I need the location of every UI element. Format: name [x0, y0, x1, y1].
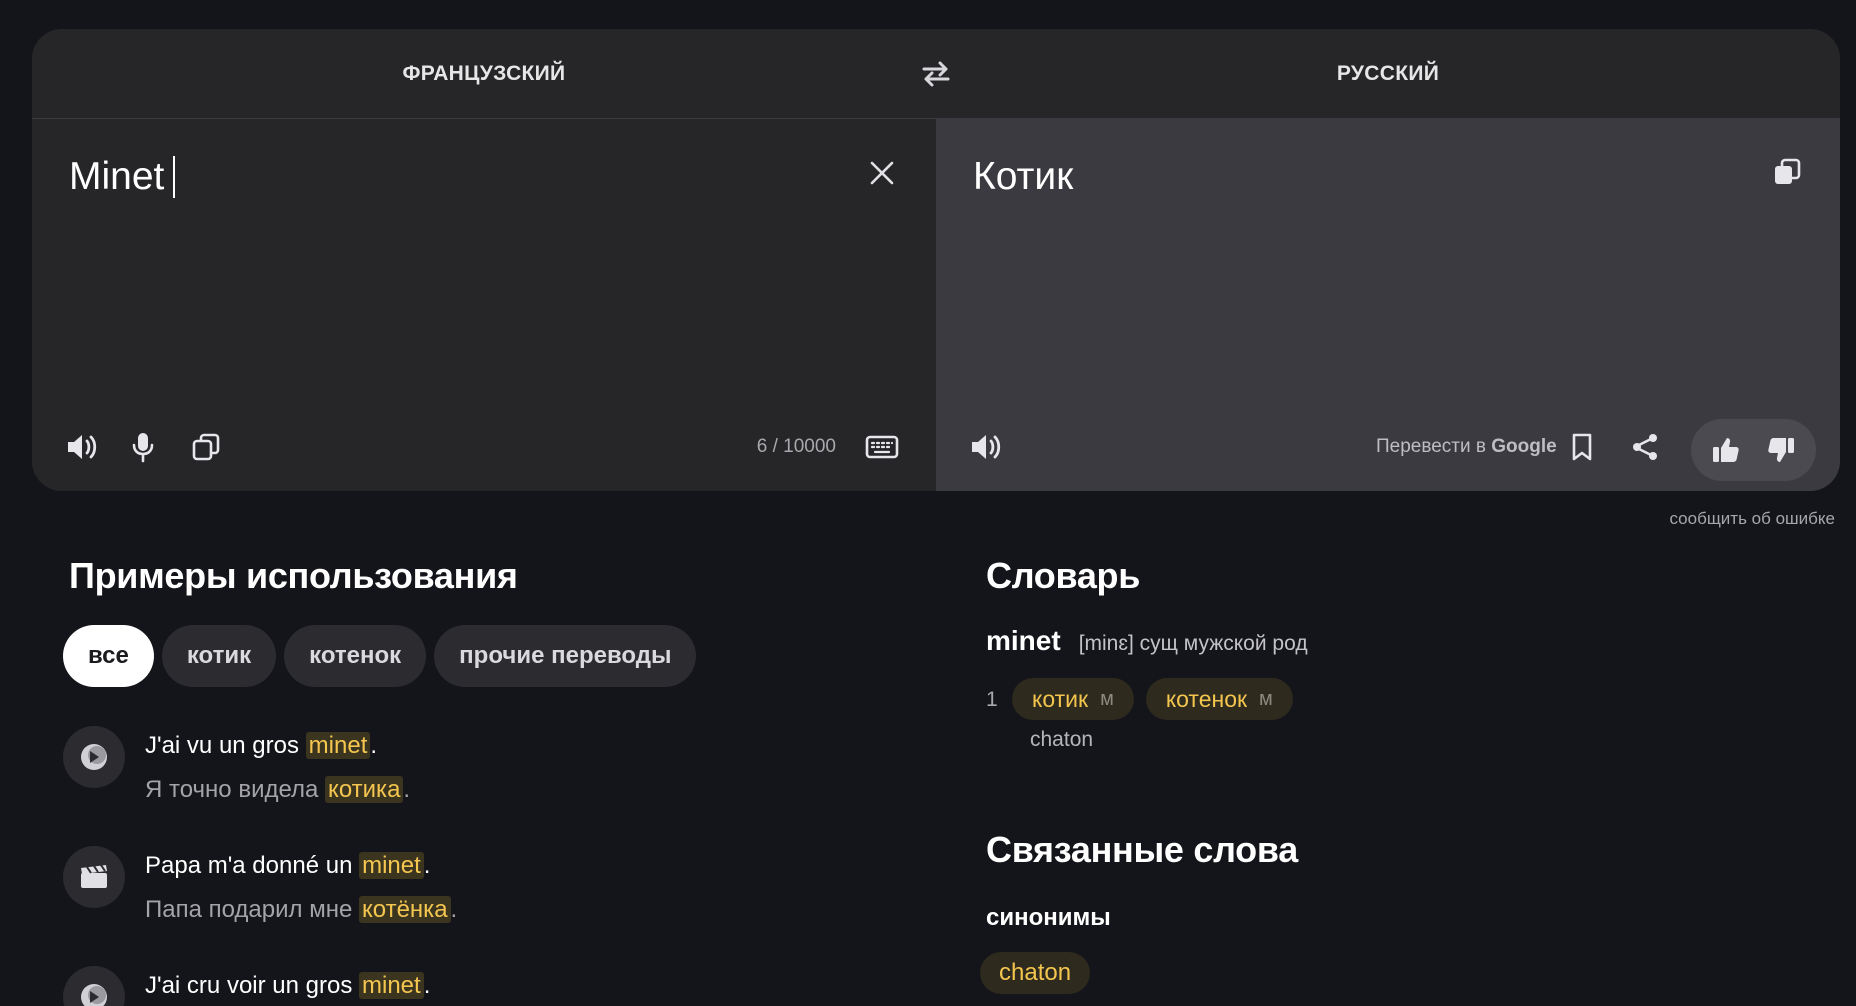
translation-chip[interactable]: котик м — [1012, 678, 1134, 720]
sentence-part: Papa m'a donné un — [145, 852, 360, 879]
source-pane[interactable]: Minet 6 / 10000 — [32, 119, 936, 491]
highlighted-word: minet — [359, 852, 424, 879]
sentence-part: . — [370, 732, 378, 759]
target-language-button[interactable]: РУССКИЙ — [936, 29, 1840, 119]
translation-gender: м — [1100, 687, 1114, 710]
examples-title: Примеры использования — [69, 555, 518, 596]
dictionary-title: Словарь — [986, 555, 1141, 596]
share-button[interactable] — [1625, 427, 1665, 467]
example-source-badge — [63, 726, 125, 788]
dictionary-translations: котик м котенок м — [1012, 678, 1293, 720]
clear-button[interactable] — [864, 155, 900, 191]
target-pane: Котик Перевести в Google — [936, 119, 1840, 491]
copy-source-button[interactable] — [186, 427, 226, 467]
source-language-button[interactable]: ФРАНЦУЗСКИЙ — [32, 29, 936, 119]
keyboard-button[interactable] — [862, 427, 902, 467]
report-error-link[interactable]: сообщить об ошибке — [1669, 509, 1835, 529]
example-translation-sentence: Я точно видела котика. — [145, 776, 410, 804]
synonyms-label: синонимы — [986, 904, 1111, 931]
source-text-input[interactable]: Minet — [69, 155, 176, 199]
meaning-number: 1 — [986, 688, 998, 711]
google-link-prefix: Перевести в — [1376, 436, 1492, 457]
synonym-chip[interactable]: chaton — [980, 952, 1091, 994]
keyboard-icon — [865, 435, 899, 459]
example-filters: все котик котенок прочие переводы — [63, 625, 697, 687]
translate-in-google-link[interactable]: Перевести в Google — [1376, 436, 1557, 458]
filter-other-translations[interactable]: прочие переводы — [434, 625, 697, 687]
translation-chip[interactable]: котенок м — [1145, 678, 1293, 720]
thumbs-up-icon — [1713, 438, 1739, 462]
translation-gender: м — [1259, 687, 1273, 710]
google-brand: Google — [1491, 436, 1557, 457]
related-words-title: Связанные слова — [986, 829, 1298, 870]
translator-panel: ФРАНЦУЗСКИЙ РУССКИЙ Minet 6 / 10000 Коти… — [32, 29, 1840, 491]
example-source-sentence: J'ai vu un gros minet. — [145, 732, 377, 760]
feedback-group — [1691, 419, 1816, 481]
thumbs-down-button[interactable] — [1759, 428, 1803, 472]
sentence-part: . — [423, 852, 431, 879]
thumbs-up-button[interactable] — [1704, 428, 1748, 472]
language-bar: ФРАНЦУЗСКИЙ РУССКИЙ — [32, 29, 1840, 119]
thumbs-down-icon — [1768, 438, 1794, 462]
translation-word: котенок — [1165, 685, 1248, 712]
example-source-badge — [63, 966, 125, 1006]
close-icon — [870, 161, 894, 185]
highlighted-word: minet — [305, 732, 371, 759]
bookmark-button[interactable] — [1562, 427, 1602, 467]
sentence-part: J'ai cru voir un gros — [145, 972, 359, 999]
video-icon — [81, 984, 107, 1006]
dictionary-entry-header: minet [minɛ] сущ мужской род — [986, 625, 1308, 657]
target-toolbar: Перевести в Google — [936, 403, 1840, 491]
highlighted-word: котика — [325, 776, 404, 803]
text-caret — [173, 156, 176, 198]
filter-all[interactable]: все — [63, 625, 154, 687]
highlighted-word: minet — [359, 972, 424, 999]
source-text: Minet — [69, 155, 165, 198]
sentence-part: . — [423, 972, 431, 999]
listen-translation-button[interactable] — [966, 427, 1006, 467]
bookmark-icon — [1572, 433, 1592, 461]
microphone-icon — [132, 433, 154, 463]
sentence-part: . — [403, 776, 411, 803]
dictionary-word: minet — [986, 625, 1061, 656]
example-source-sentence: Papa m'a donné un minet. — [145, 852, 430, 880]
speaker-icon — [972, 435, 1001, 459]
speaker-icon — [68, 435, 97, 459]
character-counter: 6 / 10000 — [756, 436, 836, 457]
clapperboard-icon — [81, 864, 107, 888]
copy-icon — [1775, 158, 1801, 184]
sentence-part: Я точно видела — [145, 776, 326, 803]
example-source-sentence: J'ai cru voir un gros minet. — [145, 972, 430, 1000]
sentence-part: . — [450, 896, 458, 923]
microphone-button[interactable] — [123, 427, 163, 467]
source-toolbar: 6 / 10000 — [32, 403, 936, 491]
part-of-speech: сущ — [1139, 632, 1178, 655]
sentence-part: Папа подарил мне — [145, 896, 359, 923]
copy-translation-button[interactable] — [1770, 155, 1804, 189]
translation-text: Котик — [973, 155, 1074, 198]
transcription: [minɛ] — [1078, 632, 1134, 655]
grammatical-gender: мужской род — [1183, 632, 1308, 655]
example-translation-sentence: Папа подарил мне котёнка. — [145, 896, 457, 924]
copy-icon — [192, 433, 220, 461]
dictionary-meta: [minɛ] сущ мужской род — [1079, 632, 1308, 656]
share-icon — [1633, 434, 1657, 460]
translation-word: котик — [1032, 685, 1089, 712]
filter-kotenok[interactable]: котенок — [284, 625, 427, 687]
sentence-part: J'ai vu un gros — [145, 732, 306, 759]
filter-kotik[interactable]: котик — [161, 625, 277, 687]
listen-source-button[interactable] — [62, 427, 102, 467]
source-synonym[interactable]: chaton — [1030, 728, 1093, 752]
highlighted-word: котёнка — [358, 896, 451, 923]
video-icon — [81, 744, 107, 770]
example-source-badge — [63, 846, 125, 908]
